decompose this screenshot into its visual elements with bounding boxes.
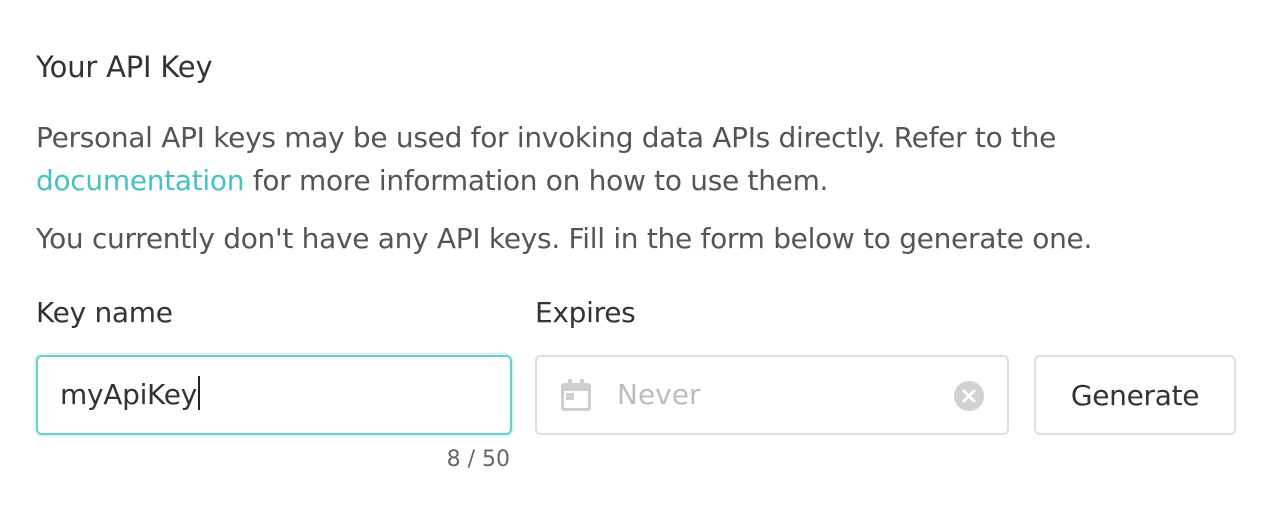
expires-date-picker[interactable]: Never — [535, 355, 1009, 435]
character-counter: 8 / 50 — [446, 447, 510, 472]
key-name-value: myApiKey — [60, 376, 200, 411]
calendar-icon — [561, 379, 591, 411]
description-text-tail: for more information on how to use them. — [244, 164, 829, 197]
description-text: Personal API keys may be used for invoki… — [36, 121, 1057, 154]
section-title: Your API Key — [36, 50, 213, 84]
generate-button[interactable]: Generate — [1034, 355, 1236, 435]
text-caret — [197, 376, 200, 410]
expires-label: Expires — [535, 296, 636, 329]
section-description: Personal API keys may be used for invoki… — [36, 116, 1166, 202]
no-keys-message: You currently don't have any API keys. F… — [36, 222, 1093, 255]
clear-icon[interactable] — [953, 380, 985, 412]
key-name-text: myApiKey — [60, 378, 197, 411]
key-name-input[interactable]: myApiKey — [36, 355, 512, 435]
expires-placeholder: Never — [617, 378, 701, 411]
key-name-label: Key name — [36, 296, 173, 329]
documentation-link[interactable]: documentation — [36, 164, 244, 197]
